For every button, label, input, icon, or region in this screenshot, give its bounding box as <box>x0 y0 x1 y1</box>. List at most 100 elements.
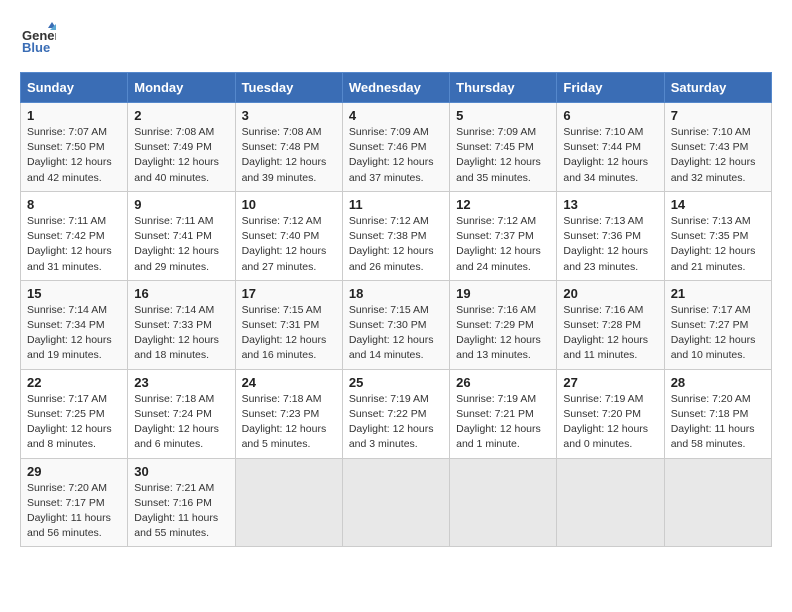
calendar-cell <box>557 458 664 547</box>
calendar-cell: 21 Sunrise: 7:17 AM Sunset: 7:27 PM Dayli… <box>664 280 771 369</box>
day-number: 25 <box>349 375 443 390</box>
day-number: 23 <box>134 375 228 390</box>
day-info: Sunrise: 7:13 AM Sunset: 7:35 PM Dayligh… <box>671 214 765 275</box>
day-info: Sunrise: 7:20 AM Sunset: 7:18 PM Dayligh… <box>671 392 765 453</box>
day-number: 13 <box>563 197 657 212</box>
day-number: 5 <box>456 108 550 123</box>
day-header-thursday: Thursday <box>450 73 557 103</box>
day-header-saturday: Saturday <box>664 73 771 103</box>
day-number: 1 <box>27 108 121 123</box>
day-info: Sunrise: 7:16 AM Sunset: 7:28 PM Dayligh… <box>563 303 657 364</box>
day-info: Sunrise: 7:19 AM Sunset: 7:22 PM Dayligh… <box>349 392 443 453</box>
day-number: 16 <box>134 286 228 301</box>
calendar-cell: 18 Sunrise: 7:15 AM Sunset: 7:30 PM Dayli… <box>342 280 449 369</box>
calendar-cell: 27 Sunrise: 7:19 AM Sunset: 7:20 PM Dayli… <box>557 369 664 458</box>
day-number: 3 <box>242 108 336 123</box>
day-number: 9 <box>134 197 228 212</box>
day-number: 20 <box>563 286 657 301</box>
day-number: 27 <box>563 375 657 390</box>
day-number: 10 <box>242 197 336 212</box>
calendar-cell: 7 Sunrise: 7:10 AM Sunset: 7:43 PM Daylig… <box>664 103 771 192</box>
calendar-cell: 11 Sunrise: 7:12 AM Sunset: 7:38 PM Dayli… <box>342 191 449 280</box>
logo-icon: General Blue <box>20 20 56 56</box>
calendar-cell <box>342 458 449 547</box>
calendar-cell: 14Sunrise: 7:13 AM Sunset: 7:35 PM Dayli… <box>664 191 771 280</box>
calendar-table: SundayMondayTuesdayWednesdayThursdayFrid… <box>20 72 772 547</box>
day-info: Sunrise: 7:17 AM Sunset: 7:27 PM Dayligh… <box>671 303 765 364</box>
calendar-cell: 15 Sunrise: 7:14 AM Sunset: 7:34 PM Dayli… <box>21 280 128 369</box>
day-info: Sunrise: 7:15 AM Sunset: 7:31 PM Dayligh… <box>242 303 336 364</box>
day-info: Sunrise: 7:12 AM Sunset: 7:40 PM Dayligh… <box>242 214 336 275</box>
day-info: Sunrise: 7:14 AM Sunset: 7:33 PM Dayligh… <box>134 303 228 364</box>
calendar-cell: 19 Sunrise: 7:16 AM Sunset: 7:29 PM Dayli… <box>450 280 557 369</box>
day-number: 11 <box>349 197 443 212</box>
calendar-cell: 17 Sunrise: 7:15 AM Sunset: 7:31 PM Dayli… <box>235 280 342 369</box>
calendar-cell: 6Sunrise: 7:10 AM Sunset: 7:44 PM Daylig… <box>557 103 664 192</box>
day-info: Sunrise: 7:21 AM Sunset: 7:16 PM Dayligh… <box>134 481 228 542</box>
day-info: Sunrise: 7:19 AM Sunset: 7:20 PM Dayligh… <box>563 392 657 453</box>
day-info: Sunrise: 7:13 AM Sunset: 7:36 PM Dayligh… <box>563 214 657 275</box>
calendar-cell: 13 Sunrise: 7:13 AM Sunset: 7:36 PM Dayli… <box>557 191 664 280</box>
day-info: Sunrise: 7:08 AM Sunset: 7:48 PM Dayligh… <box>242 125 336 186</box>
calendar-cell: 30 Sunrise: 7:21 AM Sunset: 7:16 PM Dayli… <box>128 458 235 547</box>
day-number: 7 <box>671 108 765 123</box>
day-info: Sunrise: 7:12 AM Sunset: 7:37 PM Dayligh… <box>456 214 550 275</box>
day-info: Sunrise: 7:12 AM Sunset: 7:38 PM Dayligh… <box>349 214 443 275</box>
calendar-cell: 16 Sunrise: 7:14 AM Sunset: 7:33 PM Dayli… <box>128 280 235 369</box>
calendar-cell: 28 Sunrise: 7:20 AM Sunset: 7:18 PM Dayli… <box>664 369 771 458</box>
day-header-tuesday: Tuesday <box>235 73 342 103</box>
calendar-cell <box>235 458 342 547</box>
day-number: 22 <box>27 375 121 390</box>
day-info: Sunrise: 7:10 AM Sunset: 7:43 PM Dayligh… <box>671 125 765 186</box>
day-info: Sunrise: 7:15 AM Sunset: 7:30 PM Dayligh… <box>349 303 443 364</box>
day-header-sunday: Sunday <box>21 73 128 103</box>
calendar-cell: 12 Sunrise: 7:12 AM Sunset: 7:37 PM Dayli… <box>450 191 557 280</box>
day-number: 30 <box>134 464 228 479</box>
day-info: Sunrise: 7:09 AM Sunset: 7:46 PM Dayligh… <box>349 125 443 186</box>
calendar-cell: 26 Sunrise: 7:19 AM Sunset: 7:21 PM Dayli… <box>450 369 557 458</box>
day-info: Sunrise: 7:19 AM Sunset: 7:21 PM Dayligh… <box>456 392 550 453</box>
calendar-cell: 10 Sunrise: 7:12 AM Sunset: 7:40 PM Dayli… <box>235 191 342 280</box>
day-number: 28 <box>671 375 765 390</box>
day-number: 4 <box>349 108 443 123</box>
calendar-cell: 8Sunrise: 7:11 AM Sunset: 7:42 PM Daylig… <box>21 191 128 280</box>
calendar-cell: 25 Sunrise: 7:19 AM Sunset: 7:22 PM Dayli… <box>342 369 449 458</box>
day-number: 19 <box>456 286 550 301</box>
day-info: Sunrise: 7:09 AM Sunset: 7:45 PM Dayligh… <box>456 125 550 186</box>
day-info: Sunrise: 7:18 AM Sunset: 7:24 PM Dayligh… <box>134 392 228 453</box>
day-number: 8 <box>27 197 121 212</box>
day-number: 18 <box>349 286 443 301</box>
calendar-cell: 24Sunrise: 7:18 AM Sunset: 7:23 PM Dayli… <box>235 369 342 458</box>
day-info: Sunrise: 7:20 AM Sunset: 7:17 PM Dayligh… <box>27 481 121 542</box>
day-info: Sunrise: 7:14 AM Sunset: 7:34 PM Dayligh… <box>27 303 121 364</box>
day-info: Sunrise: 7:10 AM Sunset: 7:44 PM Dayligh… <box>563 125 657 186</box>
day-number: 29 <box>27 464 121 479</box>
day-number: 26 <box>456 375 550 390</box>
day-number: 21 <box>671 286 765 301</box>
day-number: 2 <box>134 108 228 123</box>
calendar-cell <box>664 458 771 547</box>
calendar-cell: 2Sunrise: 7:08 AM Sunset: 7:49 PM Daylig… <box>128 103 235 192</box>
calendar-cell: 4 Sunrise: 7:09 AM Sunset: 7:46 PM Daylig… <box>342 103 449 192</box>
day-info: Sunrise: 7:16 AM Sunset: 7:29 PM Dayligh… <box>456 303 550 364</box>
day-info: Sunrise: 7:17 AM Sunset: 7:25 PM Dayligh… <box>27 392 121 453</box>
calendar-cell <box>450 458 557 547</box>
calendar-cell: 3 Sunrise: 7:08 AM Sunset: 7:48 PM Daylig… <box>235 103 342 192</box>
day-info: Sunrise: 7:11 AM Sunset: 7:41 PM Dayligh… <box>134 214 228 275</box>
day-info: Sunrise: 7:18 AM Sunset: 7:23 PM Dayligh… <box>242 392 336 453</box>
calendar-cell: 9 Sunrise: 7:11 AM Sunset: 7:41 PM Daylig… <box>128 191 235 280</box>
calendar-cell: 20 Sunrise: 7:16 AM Sunset: 7:28 PM Dayli… <box>557 280 664 369</box>
calendar-cell: 5 Sunrise: 7:09 AM Sunset: 7:45 PM Daylig… <box>450 103 557 192</box>
day-number: 12 <box>456 197 550 212</box>
calendar-cell: 29 Sunrise: 7:20 AM Sunset: 7:17 PM Dayli… <box>21 458 128 547</box>
calendar-cell: 22 Sunrise: 7:17 AM Sunset: 7:25 PM Dayli… <box>21 369 128 458</box>
day-number: 17 <box>242 286 336 301</box>
day-number: 15 <box>27 286 121 301</box>
day-header-monday: Monday <box>128 73 235 103</box>
calendar-cell: 23 Sunrise: 7:18 AM Sunset: 7:24 PM Dayli… <box>128 369 235 458</box>
logo: General Blue <box>20 20 62 56</box>
day-header-friday: Friday <box>557 73 664 103</box>
svg-text:Blue: Blue <box>22 40 50 55</box>
day-header-wednesday: Wednesday <box>342 73 449 103</box>
page-header: General Blue <box>20 20 772 56</box>
